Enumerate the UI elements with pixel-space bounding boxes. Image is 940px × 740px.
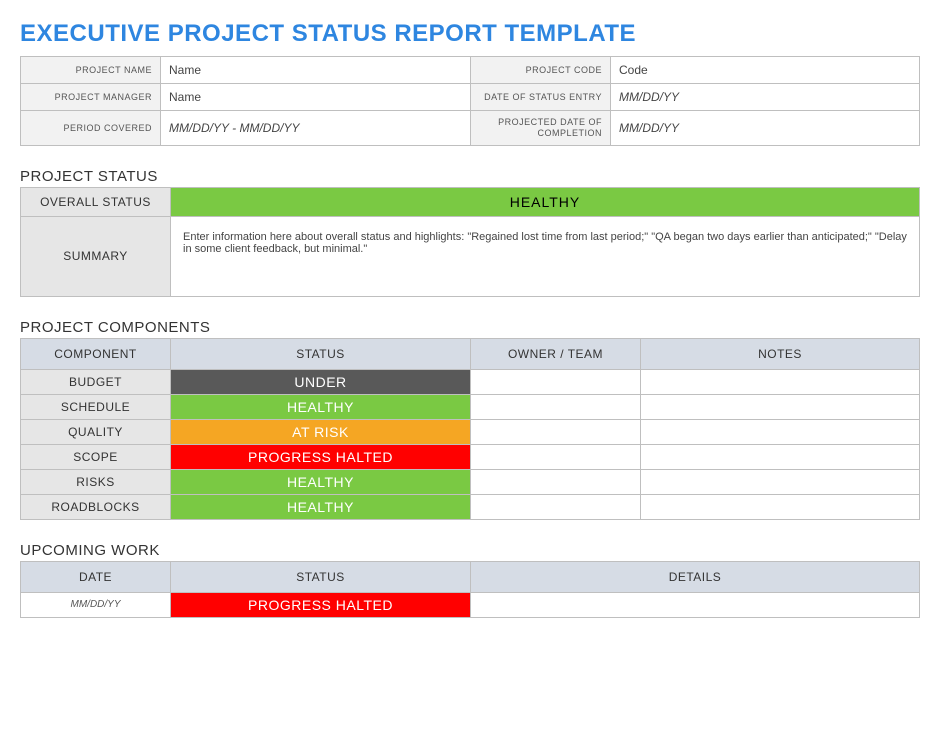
table-row: SCOPEPROGRESS HALTED [21,444,920,469]
component-notes[interactable] [641,419,920,444]
component-notes[interactable] [641,369,920,394]
component-status[interactable]: HEALTHY [171,494,471,519]
project-meta-table: PROJECT NAME Name PROJECT CODE Code PROJ… [20,56,920,146]
table-row: ROADBLOCKSHEALTHY [21,494,920,519]
upcoming-details[interactable] [471,592,920,617]
overall-status-value[interactable]: HEALTHY [171,187,920,216]
period-covered-label: PERIOD COVERED [21,111,161,146]
project-name-label: PROJECT NAME [21,57,161,84]
date-entry-value[interactable]: MM/DD/YY [611,84,920,111]
project-name-value[interactable]: Name [161,57,471,84]
component-notes[interactable] [641,469,920,494]
col-upcoming-status: STATUS [171,561,471,592]
component-owner[interactable] [471,494,641,519]
project-components-table: COMPONENT STATUS OWNER / TEAM NOTES BUDG… [20,338,920,520]
component-status[interactable]: AT RISK [171,419,471,444]
summary-label: SUMMARY [21,216,171,296]
upcoming-work-heading: UPCOMING WORK [20,542,920,559]
component-owner[interactable] [471,369,641,394]
component-status[interactable]: PROGRESS HALTED [171,444,471,469]
project-code-label: PROJECT CODE [471,57,611,84]
col-owner: OWNER / TEAM [471,338,641,369]
component-notes[interactable] [641,394,920,419]
col-status: STATUS [171,338,471,369]
upcoming-status[interactable]: PROGRESS HALTED [171,592,471,617]
overall-status-label: OVERALL STATUS [21,187,171,216]
component-notes[interactable] [641,444,920,469]
table-row: RISKSHEALTHY [21,469,920,494]
table-row: BUDGETUNDER [21,369,920,394]
component-notes[interactable] [641,494,920,519]
component-owner[interactable] [471,394,641,419]
projected-completion-label: PROJECTED DATE OF COMPLETION [471,111,611,146]
table-row: SCHEDULEHEALTHY [21,394,920,419]
table-row: MM/DD/YYPROGRESS HALTED [21,592,920,617]
summary-value[interactable]: Enter information here about overall sta… [171,216,920,296]
project-status-table: OVERALL STATUS HEALTHY SUMMARY Enter inf… [20,187,920,297]
project-manager-label: PROJECT MANAGER [21,84,161,111]
col-details: DETAILS [471,561,920,592]
col-date: DATE [21,561,171,592]
upcoming-date[interactable]: MM/DD/YY [21,592,171,617]
component-status[interactable]: UNDER [171,369,471,394]
period-covered-value[interactable]: MM/DD/YY - MM/DD/YY [161,111,471,146]
component-owner[interactable] [471,469,641,494]
component-status[interactable]: HEALTHY [171,394,471,419]
component-name: SCOPE [21,444,171,469]
project-code-value[interactable]: Code [611,57,920,84]
table-row: QUALITYAT RISK [21,419,920,444]
project-components-heading: PROJECT COMPONENTS [20,319,920,336]
page-title: EXECUTIVE PROJECT STATUS REPORT TEMPLATE [20,20,920,48]
date-entry-label: DATE OF STATUS ENTRY [471,84,611,111]
component-owner[interactable] [471,419,641,444]
component-name: ROADBLOCKS [21,494,171,519]
component-status[interactable]: HEALTHY [171,469,471,494]
col-notes: NOTES [641,338,920,369]
component-name: RISKS [21,469,171,494]
project-manager-value[interactable]: Name [161,84,471,111]
component-name: SCHEDULE [21,394,171,419]
component-name: BUDGET [21,369,171,394]
projected-completion-value[interactable]: MM/DD/YY [611,111,920,146]
component-owner[interactable] [471,444,641,469]
upcoming-work-table: DATE STATUS DETAILS MM/DD/YYPROGRESS HAL… [20,561,920,618]
project-status-heading: PROJECT STATUS [20,168,920,185]
col-component: COMPONENT [21,338,171,369]
component-name: QUALITY [21,419,171,444]
